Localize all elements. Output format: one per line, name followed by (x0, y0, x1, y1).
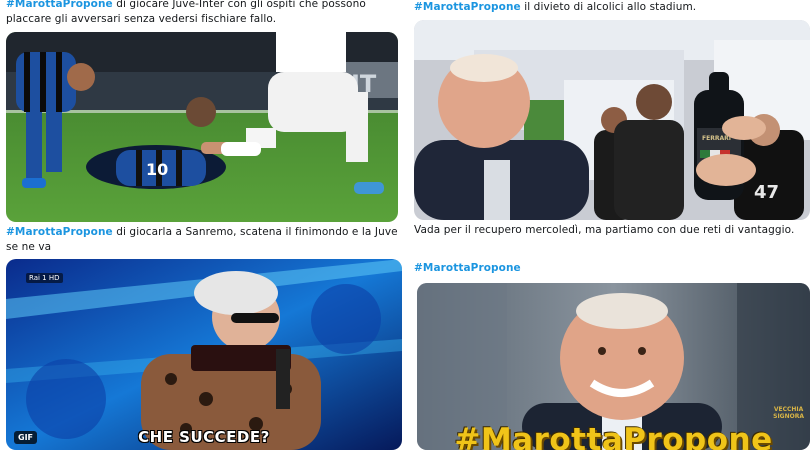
watermark-line-1: VECCHIA (773, 406, 804, 413)
tweet-text: Vada per il recupero mercoledì, ma parti… (414, 224, 795, 236)
channel-logo: Rai 1 HD (26, 273, 63, 283)
tweet-1: #MarottaPropone di giocare Juve-Inter co… (6, 0, 401, 27)
sanremo-scene (6, 259, 402, 450)
hashtag-link[interactable]: #MarottaPropone (414, 262, 521, 274)
hashtag-link[interactable]: #MarottaPropone (6, 0, 113, 10)
watermark-line-2: SIGNORA (773, 413, 804, 420)
tweet-2: #MarottaPropone il divieto di alcolici a… (414, 0, 809, 15)
sanremo-gif[interactable]: Rai 1 HD GIF CHE SUCCEDE? (6, 259, 402, 450)
channel-watermark: VECCHIA SIGNORA (773, 406, 804, 420)
gif-caption: CHE SUCCEDE? (138, 428, 270, 446)
celebration-scene: 47 FERRARI (414, 20, 810, 220)
marotta-photo[interactable]: VECCHIA SIGNORA #MarottaPropone (417, 283, 810, 450)
shirt-number: 10 (146, 160, 168, 179)
football-photo[interactable]: IT 10 (6, 32, 398, 222)
meme-hashtag-text: #MarottaPropone (454, 422, 773, 450)
bottle-label: FERRARI (702, 135, 731, 142)
tweet-5: #MarottaPropone (414, 261, 809, 276)
tweet-text: #MarottaPropone (414, 261, 809, 276)
tweet-body: il divieto di alcolici allo stadium. (520, 1, 697, 13)
celebration-photo[interactable]: 47 FERRARI (414, 20, 810, 220)
hashtag-link[interactable]: #MarottaPropone (6, 226, 113, 238)
tweet-text: #MarottaPropone di giocare Juve-Inter co… (6, 0, 401, 27)
tweet-text: #MarottaPropone il divieto di alcolici a… (414, 0, 809, 15)
tweet-3: #MarottaPropone di giocarla a Sanremo, s… (6, 225, 401, 255)
tweet-4: Vada per il recupero mercoledì, ma parti… (414, 223, 809, 238)
shirt-number: 47 (754, 182, 779, 203)
football-scene: IT 10 (6, 32, 398, 222)
hashtag-link[interactable]: #MarottaPropone (414, 1, 521, 13)
tweet-text: #MarottaPropone di giocarla a Sanremo, s… (6, 225, 401, 255)
